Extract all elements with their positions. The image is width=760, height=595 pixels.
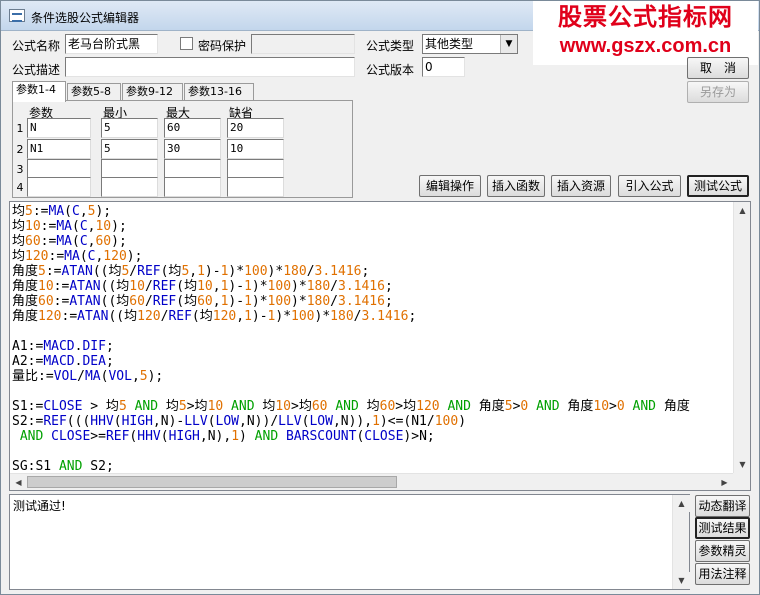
formula-desc-label: 公式描述 (12, 63, 61, 77)
param-default-cell[interactable] (227, 177, 284, 197)
window-title: 条件选股公式编辑器 (31, 11, 140, 25)
code-line: A2:=MACD.DEA; (12, 354, 114, 369)
watermark-url: www.gszx.com.cn (559, 35, 732, 57)
scroll-right-icon[interactable]: ▶ (716, 474, 733, 490)
code-line: S2:=REF(((HHV(HIGH,N)-LLV(LOW,N))/LLV(LO… (12, 414, 467, 429)
code-editor[interactable]: 均5:=MA(C,5); 均10:=MA(C,10); 均60:=MA(C,60);… (9, 201, 751, 491)
param-row-number: 3 (16, 163, 24, 176)
code-line: 角度10:=ATAN((均10/REF(均10,1)-1)*100)*180/3… (12, 279, 393, 294)
scroll-corner (733, 473, 750, 490)
output-box[interactable]: 测试通过! ▲ ▼ (9, 494, 690, 590)
cancel-button[interactable]: 取 消 (687, 57, 749, 79)
code-line: 角度120:=ATAN((均120/REF(均120,1)-1)*100)*18… (12, 309, 417, 324)
insert-function-button[interactable]: 插入函数 (487, 175, 545, 197)
code-line: SG:S1 AND S2; (12, 459, 114, 473)
param-default-cell[interactable] (227, 159, 284, 179)
output-scrollbar[interactable]: ▲ ▼ (672, 495, 690, 589)
horizontal-scroll-thumb[interactable] (27, 476, 397, 488)
tab-params-9-12[interactable]: 参数9-12 (122, 83, 183, 101)
save-as-button[interactable]: 另存为 (687, 81, 749, 103)
code-line: 均60:=MA(C,60); (12, 234, 127, 249)
param-min-cell[interactable]: 5 (101, 118, 158, 138)
password-checkbox[interactable] (180, 37, 193, 50)
formula-type-label: 公式类型 (366, 39, 415, 53)
code-line: 角度60:=ATAN((均60/REF(均60,1)-1)*100)*180/3… (12, 294, 393, 309)
scroll-down-icon[interactable]: ▼ (734, 456, 750, 473)
code-line: 均10:=MA(C,10); (12, 219, 127, 234)
param-name-cell[interactable]: N1 (27, 139, 91, 159)
params-panel: 参数 最小 最大 缺省 1 N 5 60 20 2 N1 5 30 10 3 4 (12, 100, 353, 198)
output-text: 测试通过! (13, 499, 66, 513)
code-line: 角度5:=ATAN((均5/REF(均5,1)-1)*100)*180/3.14… (12, 264, 370, 279)
insert-resource-button[interactable]: 插入资源 (551, 175, 611, 197)
param-wizard-button[interactable]: 参数精灵 (695, 540, 750, 562)
tab-params-1-4[interactable]: 参数1-4 (12, 81, 66, 102)
formula-name-label: 公式名称 (12, 39, 61, 53)
code-line: 均120:=MA(C,120); (12, 249, 143, 264)
dynamic-translate-button[interactable]: 动态翻译 (695, 495, 750, 517)
horizontal-scrollbar[interactable]: ◀ ▶ (10, 473, 733, 490)
param-default-cell[interactable]: 10 (227, 139, 284, 159)
tab-params-13-16[interactable]: 参数13-16 (184, 83, 254, 101)
vertical-scrollbar[interactable]: ▲ ▼ (733, 202, 750, 473)
param-max-cell[interactable] (164, 159, 221, 179)
param-name-cell[interactable] (27, 177, 91, 197)
param-row-number: 2 (16, 143, 24, 156)
param-row-number: 1 (16, 122, 24, 135)
scroll-up-icon[interactable]: ▲ (734, 202, 750, 219)
param-min-cell[interactable] (101, 159, 158, 179)
param-name-cell[interactable] (27, 159, 91, 179)
formula-version-input[interactable]: 0 (422, 57, 465, 77)
test-formula-button[interactable]: 测试公式 (687, 175, 749, 197)
param-max-cell[interactable]: 60 (164, 118, 221, 138)
code-text-area[interactable]: 均5:=MA(C,5); 均10:=MA(C,10); 均60:=MA(C,60);… (12, 204, 733, 473)
import-formula-button[interactable]: 引入公式 (618, 175, 681, 197)
param-max-cell[interactable] (164, 177, 221, 197)
tab-params-5-8[interactable]: 参数5-8 (67, 83, 121, 101)
param-default-cell[interactable]: 20 (227, 118, 284, 138)
formula-editor-window: 条件选股公式编辑器 股票公式指标网 www.gszx.com.cn 公式名称 老… (0, 0, 760, 595)
watermark-banner: 股票公式指标网 www.gszx.com.cn (533, 1, 758, 65)
edit-operation-button[interactable]: 编辑操作 (419, 175, 481, 197)
formula-type-select[interactable]: 其他类型 ▼ (422, 34, 518, 54)
param-row-number: 4 (16, 181, 24, 194)
app-icon (9, 9, 25, 22)
code-line: A1:=MACD.DIF; (12, 339, 114, 354)
formula-name-input[interactable]: 老马台阶式黑 (65, 34, 158, 54)
param-max-cell[interactable]: 30 (164, 139, 221, 159)
chevron-down-icon[interactable]: ▼ (500, 35, 517, 53)
formula-desc-input[interactable] (65, 57, 355, 77)
usage-notes-button[interactable]: 用法注释 (695, 563, 750, 585)
param-min-cell[interactable]: 5 (101, 139, 158, 159)
password-label: 密码保护 (198, 39, 247, 53)
password-input[interactable] (251, 34, 355, 54)
code-line: S1:=CLOSE > 均5 AND 均5>均10 AND 均10>均60 AN… (12, 399, 690, 414)
scroll-left-icon[interactable]: ◀ (10, 474, 27, 490)
code-line: 均5:=MA(C,5); (12, 204, 112, 219)
formula-type-value: 其他类型 (425, 37, 474, 51)
formula-version-label: 公式版本 (366, 63, 415, 77)
watermark-title: 股票公式指标网 (558, 3, 733, 31)
param-min-cell[interactable] (101, 177, 158, 197)
test-result-button[interactable]: 测试结果 (695, 517, 750, 539)
scroll-up-icon[interactable]: ▲ (673, 495, 690, 512)
code-line: AND CLOSE>=REF(HHV(HIGH,N),1) AND BARSCO… (19, 429, 435, 444)
scroll-down-icon[interactable]: ▼ (673, 572, 690, 589)
code-line: 量比:=VOL/MA(VOL,5); (12, 369, 164, 384)
param-name-cell[interactable]: N (27, 118, 91, 138)
